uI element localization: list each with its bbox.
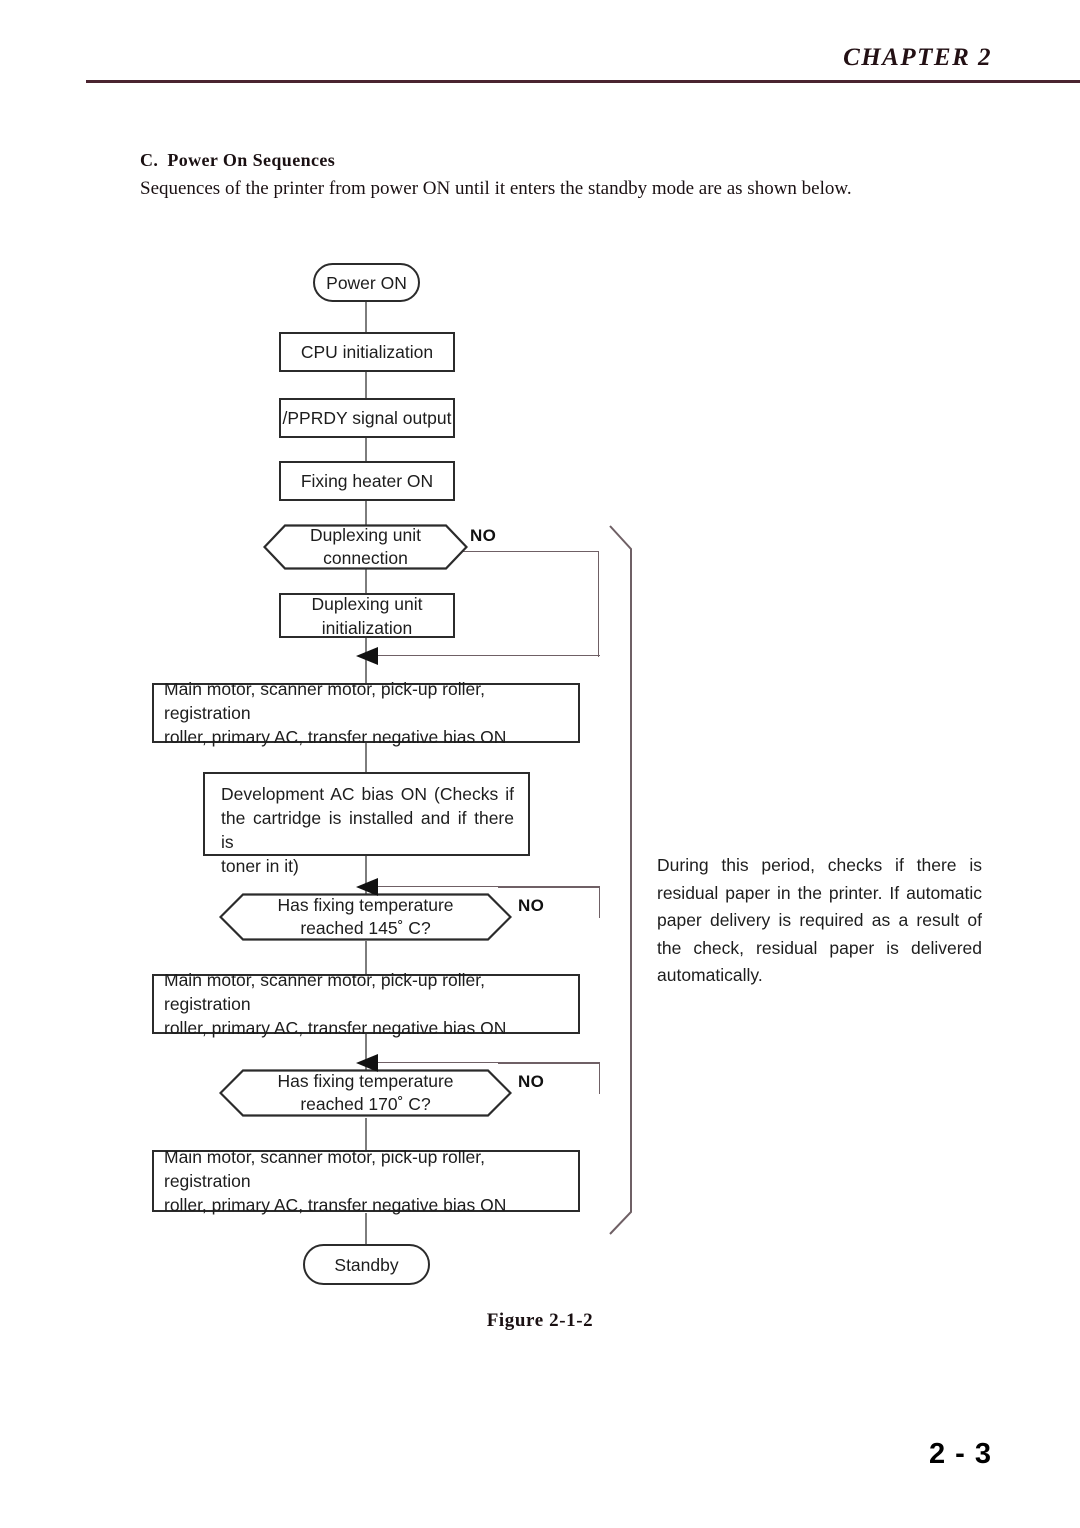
flow-node-duplexing-unit-initialization-line-1: Duplexing unit: [311, 593, 423, 614]
merge-arrow-temp170: [356, 1054, 378, 1072]
flow-node-fixing-temp-145-label: Has fixing temperature reached 145˚ C?: [219, 893, 512, 941]
flow-node-fixing-temp-170-label: Has fixing temperature reached 170˚ C?: [219, 1069, 512, 1117]
flow-node-development-ac-bias-on-line-3: toner in it): [221, 856, 299, 876]
flow-node-duplexing-unit-initialization-line-2: initialization: [321, 617, 413, 638]
flow-node-motors-on-3-line-2: roller, primary AC, transfer negative bi…: [164, 1195, 507, 1215]
flow-node-fixing-heater-on-label: Fixing heater ON: [300, 471, 434, 491]
branch-loop-temp170-no-return: [374, 1062, 600, 1064]
flow-node-fixing-heater-on[interactable]: Fixing heater ON: [279, 461, 455, 501]
annotation-line-1: During this period, checks if there is: [657, 855, 982, 875]
annotation-paragraph: During this period, checks if there is r…: [657, 852, 982, 990]
flow-node-cpu-initialization[interactable]: CPU initialization: [279, 332, 455, 372]
decision-label-line-2: reached 145˚ C?: [300, 918, 431, 938]
flow-node-power-on[interactable]: Power ON: [313, 263, 420, 302]
flow-node-pprdy-signal-output-label: /PPRDY signal output: [282, 408, 452, 428]
connector-cpu-to-pprdy: [365, 371, 367, 399]
flow-node-duplexing-unit-initialization[interactable]: Duplexing unit initialization: [279, 593, 455, 638]
annotation-line-4: the check, residual paper is delivered: [657, 937, 982, 958]
decision-label-line-2: connection: [323, 548, 408, 568]
flow-node-motors-on-1-line-1: Main motor, scanner motor, pick-up rolle…: [164, 679, 485, 723]
flow-node-cpu-initialization-label: CPU initialization: [300, 342, 434, 362]
connector-motors3-to-standby: [365, 1213, 367, 1245]
flow-node-power-on-label: Power ON: [326, 272, 407, 293]
figure-caption: Figure 2-1-2: [486, 1310, 594, 1331]
branch-loop-duplexing-no-return: [374, 655, 600, 657]
power-on-sequence-flowchart: Power ON CPU initialization /PPRDY signa…: [0, 0, 1080, 1528]
flow-node-motors-on-2-line-1: Main motor, scanner motor, pick-up rolle…: [164, 970, 485, 1014]
flow-node-fixing-temp-145[interactable]: Has fixing temperature reached 145˚ C?: [219, 893, 512, 941]
connector-pprdy-to-fixing-heater: [365, 437, 367, 463]
flow-node-motors-on-3-line-1: Main motor, scanner motor, pick-up rolle…: [164, 1147, 485, 1191]
flow-node-pprdy-signal-output[interactable]: /PPRDY signal output: [279, 398, 455, 438]
annotation-line-5: automatically.: [657, 965, 763, 985]
flow-node-development-ac-bias-on-line-1: Development AC bias ON (Checks if: [221, 784, 514, 804]
decision-label-line-1: Duplexing unit: [310, 525, 421, 545]
flow-node-motors-on-2[interactable]: Main motor, scanner motor, pick-up rolle…: [152, 970, 580, 1038]
decision-label-line-1: Has fixing temperature: [277, 1071, 454, 1091]
flow-node-motors-on-1-line-2: roller, primary AC, transfer negative bi…: [164, 727, 507, 747]
decision-label-line-1: Has fixing temperature: [277, 895, 454, 915]
flow-node-motors-on-2-line-2: roller, primary AC, transfer negative bi…: [164, 1018, 507, 1038]
annotation-brace: [609, 525, 632, 1235]
branch-label-temp170-no: NO: [518, 1072, 545, 1091]
decision-label-line-2: reached 170˚ C?: [300, 1094, 431, 1114]
flow-node-motors-on-1[interactable]: Main motor, scanner motor, pick-up rolle…: [152, 679, 580, 747]
page-number: 2 - 3: [928, 1438, 992, 1470]
flow-node-motors-on-3[interactable]: Main motor, scanner motor, pick-up rolle…: [152, 1147, 580, 1215]
branch-loop-temp145-no: [498, 887, 600, 918]
flow-node-standby-label: Standby: [334, 1254, 399, 1275]
flow-node-development-ac-bias-on[interactable]: Development AC bias ON (Checks if the ca…: [203, 772, 530, 876]
annotation-line-2: residual paper in the printer. If automa…: [657, 882, 982, 903]
flow-node-development-ac-bias-on-line-2: the cartridge is installed and if there …: [221, 808, 514, 852]
branch-label-duplexing-no: NO: [470, 526, 497, 545]
flow-node-standby[interactable]: Standby: [303, 1244, 430, 1285]
connector-power-on-to-cpu: [365, 300, 367, 334]
merge-arrow-temp145: [356, 878, 378, 896]
flow-node-duplexing-unit-connection[interactable]: Duplexing unit connection: [263, 524, 468, 570]
annotation-line-3: paper delivery is required as a result o…: [657, 910, 982, 930]
flow-node-duplexing-unit-connection-label: Duplexing unit connection: [263, 524, 468, 570]
branch-loop-temp145-no-return: [374, 886, 600, 888]
branch-loop-temp170-no: [498, 1063, 600, 1094]
flow-node-fixing-temp-170[interactable]: Has fixing temperature reached 170˚ C?: [219, 1069, 512, 1117]
branch-label-temp145-no: NO: [518, 896, 545, 915]
merge-arrow-duplexing: [356, 647, 378, 665]
